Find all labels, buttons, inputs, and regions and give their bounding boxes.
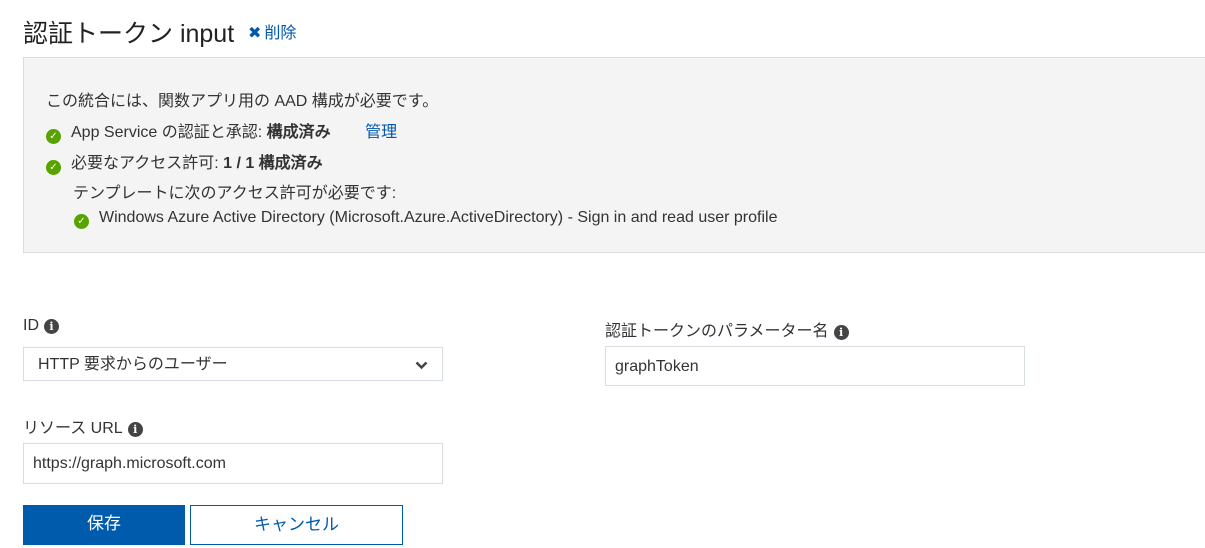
save-button[interactable]: 保存 [23,505,185,545]
chevron-down-icon [415,361,428,370]
page-title: 認証トークン input [23,20,235,48]
auth-status: 構成済み [266,124,331,141]
permission-status: 1 / 1 構成済み [223,155,323,172]
check-icon: ✓ [46,160,61,175]
token-param-label-text: 認証トークンのパラメーター名 [605,323,829,340]
permission-item: ✓ Windows Azure Active Directory (Microso… [74,209,777,229]
info-icon[interactable]: i [127,422,143,437]
auth-status-row: ✓ App Service の認証と承認: 構成済み 管理 [46,118,397,144]
id-label: ID i [23,317,59,335]
close-icon: ✖ [248,25,262,42]
intro-text: この統合には、関数アプリ用の AAD 構成が必要です。 [46,93,439,110]
permission-status-row: ✓ 必要なアクセス許可: 1 / 1 構成済み [46,149,323,175]
info-icon[interactable]: i [44,319,59,334]
token-param-input[interactable]: graphToken [605,346,1025,386]
token-param-label: 認証トークンのパラメーター名 i [605,317,849,341]
manage-link[interactable]: 管理 [365,124,397,141]
info-icon[interactable]: i [833,325,849,340]
id-select[interactable]: HTTP 要求からのユーザー [23,347,443,381]
resource-url-label-text: リソース URL [23,420,123,437]
permission-item-text: Windows Azure Active Directory (Microsof… [99,209,778,226]
template-note: テンプレートに次のアクセス許可が必要です: [73,185,397,202]
check-icon: ✓ [74,214,89,229]
auth-label: App Service の認証と承認: [71,124,267,141]
permission-label: 必要なアクセス許可: [71,155,224,172]
id-select-value: HTTP 要求からのユーザー [38,356,228,373]
delete-label: 削除 [264,25,297,42]
aad-info-panel: この統合には、関数アプリ用の AAD 構成が必要です。 ✓ App Service… [23,57,1205,253]
id-label-text: ID [23,317,39,334]
resource-url-label: リソース URL i [23,414,143,438]
resource-url-input[interactable]: https://graph.microsoft.com [23,443,443,484]
cancel-button[interactable]: キャンセル [190,505,403,545]
delete-button[interactable]: ✖ 削除 [248,19,296,43]
check-icon: ✓ [46,129,61,144]
